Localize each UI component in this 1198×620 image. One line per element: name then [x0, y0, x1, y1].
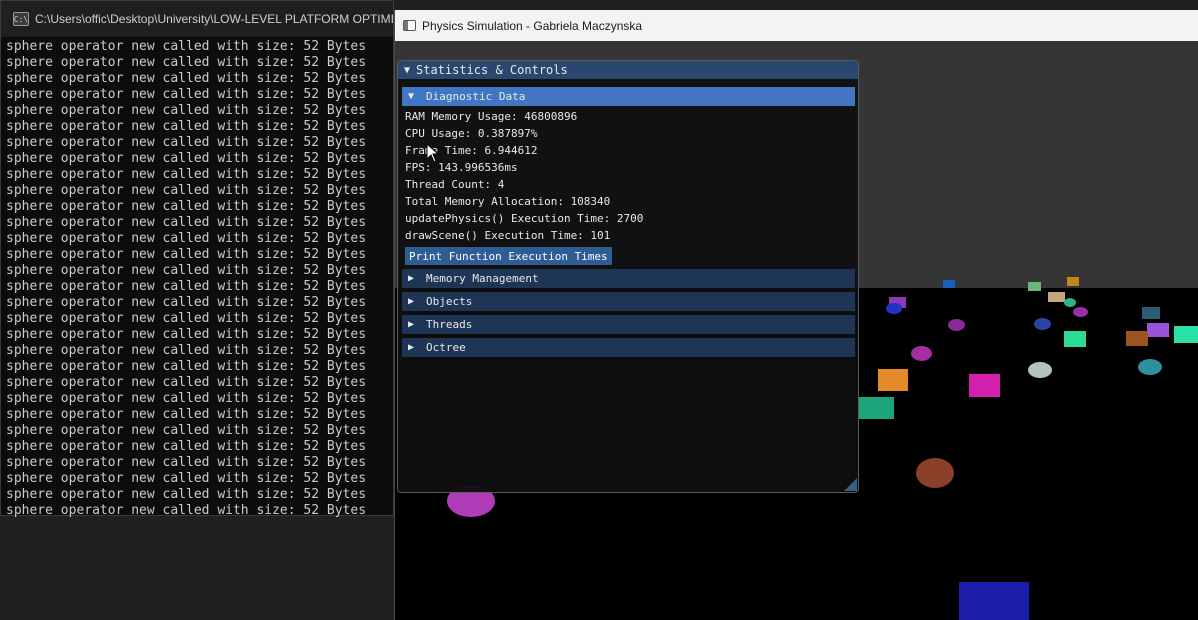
- console-line: sphere operator new called with size: 52…: [6, 247, 367, 262]
- header-label: Memory Management: [426, 272, 539, 285]
- sphere-plum: [948, 319, 965, 331]
- cube-sage: [1028, 282, 1041, 291]
- octree-header[interactable]: ▶ Octree: [402, 338, 855, 357]
- print-execution-times-button[interactable]: Print Function Execution Times: [405, 247, 612, 265]
- stat-ram-usage: RAM Memory Usage: 46800896: [405, 110, 578, 123]
- console-line: sphere operator new called with size: 52…: [6, 279, 367, 294]
- cube-green: [859, 397, 894, 419]
- stat-cpu-usage: CPU Usage: 0.387897%: [405, 127, 538, 140]
- sphere-indigo: [886, 303, 902, 314]
- cube-purple: [1147, 323, 1169, 337]
- console-line: sphere operator new called with size: 52…: [6, 391, 367, 406]
- console-line: sphere operator new called with size: 52…: [6, 71, 367, 86]
- threads-header[interactable]: ▶ Threads: [402, 315, 855, 334]
- cube-slate: [1142, 307, 1160, 319]
- sphere-emerald: [1064, 298, 1076, 307]
- header-label: Objects: [426, 295, 473, 308]
- console-line: sphere operator new called with size: 52…: [6, 39, 367, 54]
- console-output: sphere operator new called with size: 52…: [1, 37, 393, 519]
- collapsed-arrow-icon: ▶: [408, 319, 415, 330]
- simulation-titlebar[interactable]: Physics Simulation - Gabriela Maczynska: [395, 10, 1198, 41]
- header-label: Diagnostic Data: [426, 90, 526, 103]
- console-line: sphere operator new called with size: 52…: [6, 343, 367, 358]
- console-line: sphere operator new called with size: 52…: [6, 87, 367, 102]
- console-line: sphere operator new called with size: 52…: [6, 375, 367, 390]
- sphere-blue: [1034, 318, 1051, 330]
- console-line: sphere operator new called with size: 52…: [6, 55, 367, 70]
- sphere-rust: [916, 458, 954, 488]
- console-line: sphere operator new called with size: 52…: [6, 167, 367, 182]
- console-line: sphere operator new called with size: 52…: [6, 119, 367, 134]
- cube-gold: [1067, 277, 1079, 286]
- console-line: sphere operator new called with size: 52…: [6, 199, 367, 214]
- stat-frame-time: Frame Time: 6.944612: [405, 144, 538, 157]
- console-line: sphere operator new called with size: 52…: [6, 487, 367, 502]
- cube-orange: [878, 369, 908, 391]
- console-line: sphere operator new called with size: 52…: [6, 359, 367, 374]
- cube-tan: [1048, 292, 1065, 302]
- console-line: sphere operator new called with size: 52…: [6, 263, 367, 278]
- console-line: sphere operator new called with size: 52…: [6, 151, 367, 166]
- sphere-orchid: [1073, 307, 1088, 317]
- console-title: C:\Users\offic\Desktop\University\LOW-LE…: [35, 12, 393, 26]
- console-line: sphere operator new called with size: 52…: [6, 455, 367, 470]
- console-line: sphere operator new called with size: 52…: [6, 295, 367, 310]
- collapsed-arrow-icon: ▶: [408, 273, 415, 284]
- console-line: sphere operator new called with size: 52…: [6, 231, 367, 246]
- cube-brown: [1126, 331, 1148, 346]
- panel-title: Statistics & Controls: [416, 63, 568, 77]
- console-line: sphere operator new called with size: 52…: [6, 503, 367, 518]
- stat-draw-scene-time: drawScene() Execution Time: 101: [405, 229, 611, 242]
- mouse-cursor-icon: [426, 143, 440, 163]
- console-line: sphere operator new called with size: 52…: [6, 215, 367, 230]
- stat-update-physics-time: updatePhysics() Execution Time: 2700: [405, 212, 644, 225]
- console-line: sphere operator new called with size: 52…: [6, 439, 367, 454]
- cube-teal: [1174, 326, 1198, 343]
- window-icon: [403, 20, 416, 31]
- console-line: sphere operator new called with size: 52…: [6, 135, 367, 150]
- simulation-title: Physics Simulation - Gabriela Maczynska: [422, 18, 643, 33]
- cube-magenta: [969, 374, 1000, 397]
- collapsed-arrow-icon: ▶: [408, 296, 415, 307]
- stat-thread-count: Thread Count: 4: [405, 178, 505, 191]
- console-line: sphere operator new called with size: 52…: [6, 471, 367, 486]
- sphere-purple: [911, 346, 932, 361]
- header-label: Octree: [426, 341, 466, 354]
- console-line: sphere operator new called with size: 52…: [6, 103, 367, 118]
- objects-header[interactable]: ▶ Objects: [402, 292, 855, 311]
- memory-management-header[interactable]: ▶ Memory Management: [402, 269, 855, 288]
- collapse-arrow-icon[interactable]: ▼: [404, 65, 416, 76]
- console-line: sphere operator new called with size: 52…: [6, 407, 367, 422]
- console-line: sphere operator new called with size: 52…: [6, 183, 367, 198]
- stat-total-memory: Total Memory Allocation: 108340: [405, 195, 611, 208]
- cube-blue: [943, 280, 955, 288]
- statistics-controls-panel[interactable]: ▼ Statistics & Controls ▼ Diagnostic Dat…: [397, 60, 859, 493]
- resize-grip[interactable]: [844, 478, 857, 491]
- console-line: sphere operator new called with size: 52…: [6, 311, 367, 326]
- panel-titlebar[interactable]: ▼ Statistics & Controls: [398, 61, 858, 79]
- console-line: sphere operator new called with size: 52…: [6, 327, 367, 342]
- header-label: Threads: [426, 318, 473, 331]
- expanded-arrow-icon: ▼: [408, 91, 415, 102]
- collapsed-arrow-icon: ▶: [408, 342, 415, 353]
- simulation-window[interactable]: Physics Simulation - Gabriela Maczynska: [394, 10, 1198, 620]
- console-titlebar[interactable]: C:\ C:\Users\offic\Desktop\University\LO…: [1, 1, 393, 37]
- sphere-pale: [1028, 362, 1052, 378]
- sphere-cyan: [1138, 359, 1162, 375]
- console-icon: C:\: [13, 12, 29, 26]
- scene-viewport[interactable]: ▼ Statistics & Controls ▼ Diagnostic Dat…: [395, 41, 1198, 620]
- stat-fps: FPS: 143.996536ms: [405, 161, 518, 174]
- console-window[interactable]: C:\ C:\Users\offic\Desktop\University\LO…: [0, 0, 394, 519]
- console-line: sphere operator new called with size: 52…: [6, 423, 367, 438]
- diagnostic-data-header[interactable]: ▼ Diagnostic Data: [402, 87, 855, 106]
- cube-mint: [1064, 331, 1086, 347]
- cube-navy: [959, 582, 1029, 620]
